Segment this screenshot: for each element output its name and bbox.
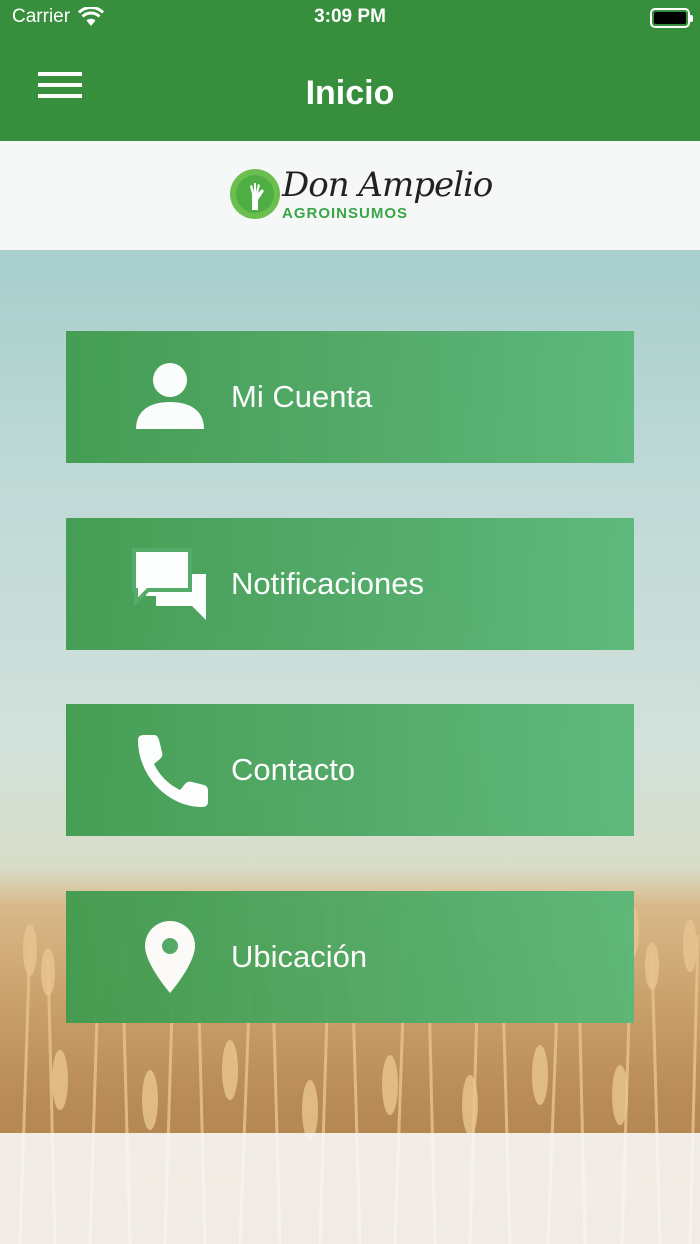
- page-title: Inicio: [305, 74, 395, 112]
- notificaciones-button[interactable]: Notificaciones: [66, 518, 634, 650]
- user-icon: [136, 363, 204, 429]
- logo-emblem: [230, 169, 280, 219]
- battery-level: [654, 12, 686, 24]
- mi-cuenta-button[interactable]: Mi Cuenta: [66, 331, 634, 463]
- logo-subtitle: AGROINSUMOS: [282, 205, 409, 222]
- location-pin-icon: [145, 921, 195, 993]
- menu-item-label: Mi Cuenta: [231, 379, 373, 414]
- contacto-button[interactable]: Contacto: [66, 704, 634, 836]
- app-screen: Carrier 3:09 PM Inicio Don Ampelio AGROI…: [0, 0, 700, 1244]
- hand-icon: [250, 183, 264, 210]
- app-header: Carrier 3:09 PM Inicio: [0, 0, 700, 141]
- menu-item-label: Notificaciones: [231, 566, 424, 601]
- phone-icon: [138, 735, 208, 807]
- logo-banner: Don Ampelio AGROINSUMOS: [0, 141, 700, 250]
- logo-name: Don Ampelio: [282, 165, 493, 205]
- chat-bubbles-icon: [132, 548, 206, 620]
- status-bar: Carrier 3:09 PM: [0, 0, 700, 36]
- brand-logo: Don Ampelio AGROINSUMOS: [230, 163, 493, 227]
- status-time: 3:09 PM: [314, 6, 386, 27]
- menu-item-label: Contacto: [231, 752, 356, 787]
- navigation-bar: Inicio: [0, 36, 700, 141]
- ubicacion-button[interactable]: Ubicación: [66, 891, 634, 1023]
- bottom-fade-overlay: [0, 1133, 700, 1244]
- battery-icon: [650, 8, 693, 28]
- menu-item-label: Ubicación: [231, 939, 368, 974]
